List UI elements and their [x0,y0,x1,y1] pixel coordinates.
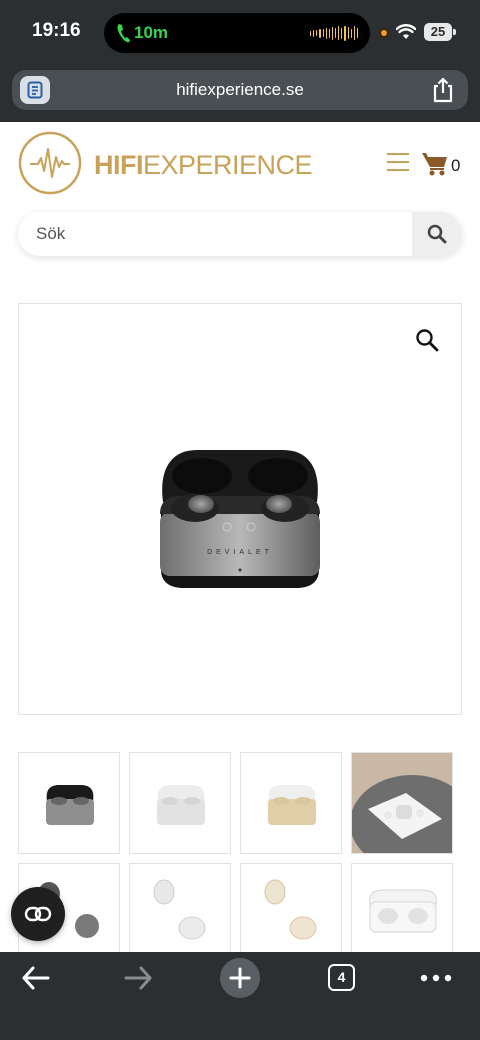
address-bar[interactable]: hifiexperience.se [12,70,468,110]
battery-icon: 25 [424,23,456,41]
thumbnail-1[interactable] [18,752,120,854]
site-header: HIFIEXPERIENCE 0 [0,122,480,202]
cart-icon[interactable] [421,150,449,176]
case-brand-text: DEVIALET [207,549,273,556]
more-options-icon[interactable] [420,974,452,982]
logo-text-experience: EXPERIENCE [143,150,313,180]
privacy-indicator-icon [379,28,389,38]
logo-text-hifi: HIFI [94,150,144,180]
thumbnail-8[interactable] [351,863,453,952]
wifi-icon [396,24,416,39]
product-main-image[interactable]: DEVIALET [18,303,462,715]
floating-action-button[interactable] [11,887,65,941]
thumbnail-7[interactable] [240,863,342,952]
thumbnail-image [264,879,317,940]
hamburger-menu-icon[interactable] [386,152,410,172]
tab-switcher-button[interactable]: 4 [328,964,355,991]
battery-level: 25 [424,23,452,41]
thumbnail-image [153,879,206,940]
earbuds-case-image: DEVIALET [160,450,320,588]
thumbnail-4[interactable] [351,752,453,854]
url-text: hifiexperience.se [176,80,304,99]
cart-count: 0 [451,156,461,175]
thumbnail-image [268,785,316,825]
thumbnail-image [352,753,452,853]
thumbnail-3[interactable] [240,752,342,854]
thumbnail-image [46,785,94,825]
link-icon [24,906,52,922]
forward-arrow-icon[interactable] [122,964,154,992]
dynamic-island-call[interactable]: 10m [104,13,370,53]
search-input[interactable] [18,212,412,256]
magnifier-icon[interactable] [415,328,439,352]
audio-waveform-icon [310,25,358,41]
back-arrow-icon[interactable] [20,964,52,992]
search-icon [427,224,447,244]
search-button[interactable] [412,212,462,256]
thumbnail-2[interactable] [129,752,231,854]
status-bar: 19:16 10m 25 [0,0,480,64]
logo-icon[interactable] [18,131,82,195]
search-bar [18,212,462,256]
phone-icon [117,24,130,43]
thumbnail-image [157,785,205,825]
new-tab-button[interactable] [220,958,260,998]
thumbnail-image [369,889,437,933]
call-duration: 10m [134,23,169,42]
logo-wordmark[interactable]: HIFIEXPERIENCE [94,150,313,181]
browser-address-area: hifiexperience.se [0,64,480,122]
plus-icon [229,967,251,989]
share-icon[interactable] [431,77,455,103]
thumbnail-6[interactable] [129,863,231,952]
browser-toolbar: 4 [0,952,480,1040]
status-time: 19:16 [32,20,81,41]
